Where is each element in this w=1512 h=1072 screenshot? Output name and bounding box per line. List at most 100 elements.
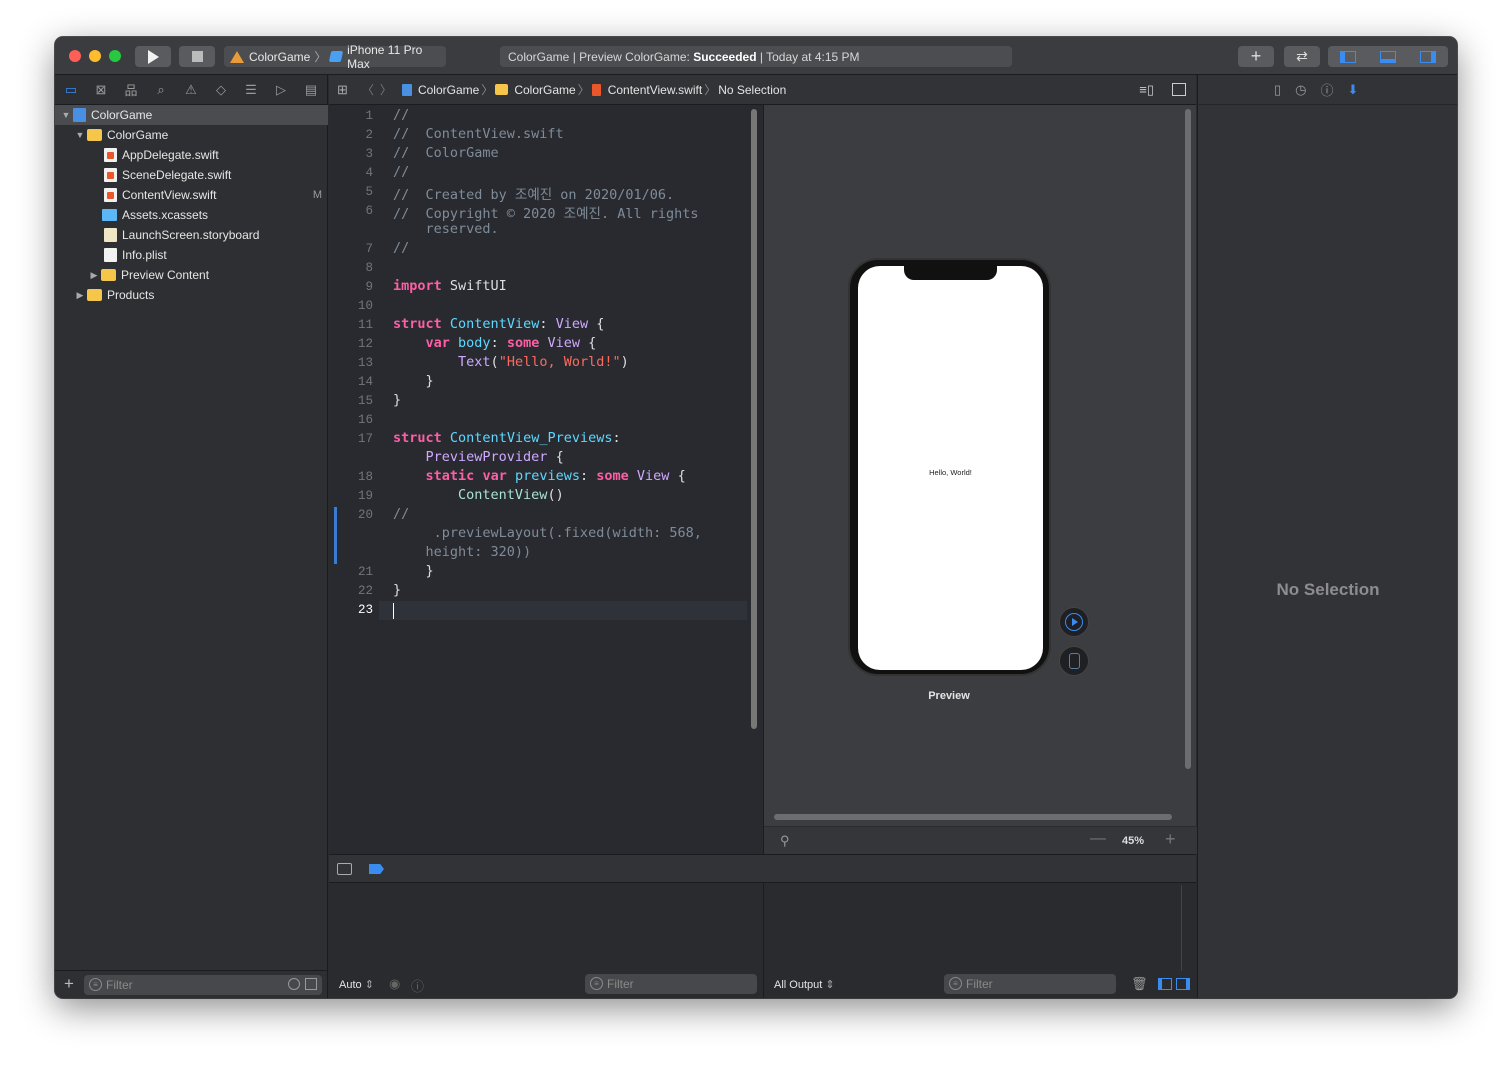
stop-button[interactable] [179, 46, 215, 67]
breakpoints-toggle-icon[interactable] [369, 864, 384, 874]
source-control-icon[interactable]: ⊠ [93, 82, 109, 98]
tree-row-file[interactable]: Info.plist [55, 245, 328, 265]
line-number: 7 [365, 242, 373, 256]
disclosure-closed-icon[interactable]: ▶ [75, 290, 85, 301]
tree-row-label: Assets.xcassets [122, 208, 209, 222]
chevron-updown-icon: ⇕ [364, 979, 374, 991]
swap-arrows-icon: ⇄ [1296, 48, 1308, 64]
activity-status: ColorGame | Preview ColorGame: Succeeded… [500, 46, 1012, 67]
chevron-right-icon: 〉 [314, 50, 327, 64]
debug-area-toggle-icon[interactable] [1380, 50, 1396, 63]
folder-navigator-icon[interactable]: ▭ [63, 82, 79, 98]
status-result: Succeeded [693, 49, 757, 64]
chevron-updown-icon: ⇕ [825, 979, 835, 991]
breadcrumb-group[interactable]: ColorGame [514, 83, 575, 97]
symbol-navigator-icon[interactable]: 品 [123, 82, 139, 98]
code-line: // [393, 240, 410, 256]
code-line: height: 320)) [393, 544, 532, 560]
filter-placeholder: Filter [966, 977, 993, 991]
editor-options-icon[interactable]: ≡▯ [1139, 82, 1154, 98]
inspector-toggle-icon[interactable] [1420, 50, 1436, 63]
live-preview-button[interactable] [1059, 607, 1089, 637]
recent-files-icon[interactable] [288, 977, 300, 990]
disclosure-open-icon[interactable]: ▼ [61, 110, 71, 120]
find-icon[interactable]: ⌕ [153, 82, 169, 98]
chevron-right-icon: 〉 [704, 83, 717, 97]
report-icon[interactable]: ▤ [303, 82, 319, 98]
code-review-button[interactable]: ⇄ [1284, 46, 1320, 67]
add-file-icon[interactable]: + [64, 974, 74, 994]
hide-debug-area-icon[interactable] [337, 863, 352, 875]
output-mode-select[interactable]: All Output ⇕ [774, 978, 835, 991]
tree-row-group[interactable]: ▶ Products [55, 285, 328, 305]
zoom-level[interactable]: 45% [1122, 835, 1144, 847]
output-mode-label: All Output [774, 979, 823, 991]
minimize-window-button[interactable] [89, 50, 101, 62]
navigator-filter-input[interactable]: ≡ Filter [84, 974, 322, 995]
back-arrow-icon[interactable]: 〈 [362, 81, 374, 98]
navigator-toggle-icon[interactable] [1340, 50, 1356, 63]
zoom-window-button[interactable] [109, 50, 121, 62]
stop-icon [191, 51, 203, 62]
console-filter-input[interactable]: ≡ Filter [944, 974, 1116, 994]
add-editor-icon[interactable] [1172, 83, 1186, 96]
tree-row-file[interactable]: ContentView.swift M [55, 185, 328, 205]
source-editor[interactable]: 1 2 3 4 5 6 7 8 9 10 11 12 13 14 15 16 1… [329, 105, 763, 854]
swift-file-icon [104, 168, 117, 182]
issue-warning-icon[interactable]: ⚠ [183, 82, 199, 98]
help-inspector-icon[interactable]: ⓘ [1321, 80, 1334, 99]
debug-navigator-icon[interactable]: ☰ [243, 82, 259, 98]
tree-row-file[interactable]: LaunchScreen.storyboard [55, 225, 328, 245]
line-number: 15 [357, 394, 373, 408]
library-button[interactable]: + [1238, 46, 1274, 67]
run-button[interactable] [135, 46, 171, 67]
forward-arrow-icon[interactable]: 〉 [380, 81, 392, 98]
breakpoint-icon[interactable]: ▷ [273, 82, 289, 98]
variables-filter-input[interactable]: ≡ Filter [585, 974, 757, 994]
swift-file-icon [591, 83, 601, 96]
scm-filter-icon[interactable] [305, 977, 317, 990]
history-inspector-icon[interactable]: ◷ [1295, 82, 1306, 98]
line-number: 20 [357, 508, 373, 522]
jump-bar: ⊞ 〈 〉 ColorGame 〉 ColorGame 〉 ContentVie… [329, 75, 1196, 105]
zoom-out-icon[interactable]: — [1090, 830, 1106, 848]
filter-icon: ≡ [949, 977, 962, 990]
line-number: 19 [357, 489, 373, 503]
canvas-horizontal-scrollbar[interactable] [774, 814, 1172, 820]
line-number: 22 [357, 584, 373, 598]
play-circle-icon [1065, 613, 1083, 631]
folder-icon [87, 129, 102, 141]
disclosure-open-icon[interactable]: ▼ [75, 130, 85, 140]
test-diamond-icon[interactable]: ◇ [213, 82, 229, 98]
breadcrumb-project[interactable]: ColorGame [418, 83, 479, 97]
tree-row-group[interactable]: ▶ Preview Content [55, 265, 328, 285]
related-items-icon[interactable]: ⊞ [337, 82, 348, 98]
show-variables-icon[interactable] [1158, 978, 1172, 990]
tree-row-project[interactable]: ▼ ColorGame [55, 105, 328, 125]
status-time: | Today at 4:15 PM [756, 49, 860, 64]
code-line: } [393, 563, 434, 579]
breadcrumb-file[interactable]: ContentView.swift [608, 83, 703, 97]
tree-row-group[interactable]: ▼ ColorGame [55, 125, 328, 145]
eye-icon[interactable]: ◉ [389, 976, 400, 992]
attributes-inspector-icon[interactable]: ⬇ [1348, 82, 1359, 98]
info-icon[interactable]: ⓘ [411, 976, 424, 995]
pin-icon[interactable]: ⚲ [780, 833, 790, 849]
scheme-selector[interactable]: ColorGame 〉 iPhone 11 Pro Max [224, 43, 446, 71]
tree-row-file[interactable]: Assets.xcassets [55, 205, 328, 225]
preview-on-device-button[interactable] [1059, 646, 1089, 676]
zoom-in-icon[interactable]: + [1165, 829, 1176, 850]
variables-mode-select[interactable]: Auto ⇕ [339, 978, 374, 991]
canvas-vertical-scrollbar[interactable] [1185, 109, 1191, 769]
tree-row-file[interactable]: SceneDelegate.swift [55, 165, 328, 185]
disclosure-closed-icon[interactable]: ▶ [89, 270, 99, 281]
file-inspector-icon[interactable]: ▯ [1274, 82, 1281, 98]
close-window-button[interactable] [69, 50, 81, 62]
show-console-icon[interactable] [1176, 978, 1190, 990]
tree-row-file[interactable]: AppDelegate.swift [55, 145, 328, 165]
line-number: 12 [357, 337, 373, 351]
trash-icon[interactable]: 🗑 [1131, 976, 1148, 992]
breadcrumb-symbol[interactable]: No Selection [718, 83, 786, 97]
editor-scrollbar[interactable] [751, 109, 757, 729]
tree-row-label: ContentView.swift [122, 188, 217, 202]
